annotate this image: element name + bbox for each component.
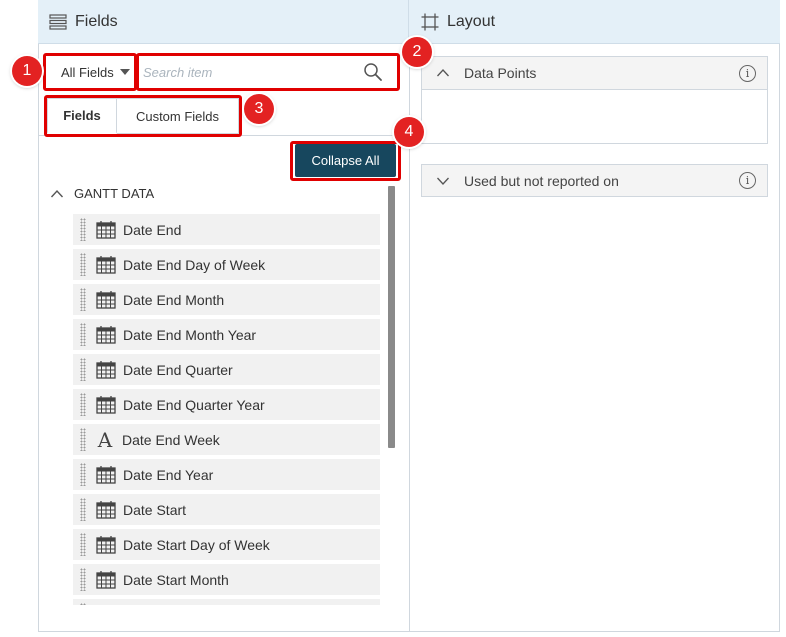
calendar-icon [96, 290, 116, 309]
field-label: Date End Quarter Year [123, 396, 265, 413]
drag-handle-icon[interactable] [80, 358, 86, 381]
calendar-icon [96, 500, 116, 519]
drag-handle-icon[interactable] [80, 393, 86, 416]
caret-down-icon [119, 69, 130, 75]
list-icon [49, 13, 67, 30]
chevron-down-icon [437, 177, 449, 185]
drag-handle-icon[interactable] [80, 218, 86, 241]
field-label: Date Start Day of Week [123, 536, 270, 553]
field-item[interactable]: Date Start Month [73, 564, 380, 595]
field-list: Date End Date End Day of Week Date End M… [73, 214, 380, 605]
chevron-up-icon [50, 189, 64, 197]
annotation-badge-3: 3 [244, 94, 274, 124]
group-label: GANTT DATA [74, 186, 155, 201]
calendar-icon [96, 255, 116, 274]
field-item[interactable] [73, 599, 380, 605]
field-item[interactable]: Date End [73, 214, 380, 245]
info-icon[interactable]: i [739, 64, 756, 82]
field-item[interactable]: Date End Quarter [73, 354, 380, 385]
annotation-badge-1: 1 [12, 56, 42, 86]
section-header-data-points[interactable]: Data Points i [422, 57, 767, 90]
annotation-badge-4: 4 [394, 117, 424, 147]
drag-handle-icon[interactable] [80, 253, 86, 276]
section-label: Data Points [464, 65, 537, 81]
layout-section-data-points: Data Points i [421, 56, 768, 144]
drag-handle-icon[interactable] [80, 288, 86, 311]
drag-handle-icon[interactable] [80, 428, 86, 451]
field-item[interactable]: Date Start Day of Week [73, 529, 380, 560]
tab-fields[interactable]: Fields [47, 98, 117, 134]
layout-section-used-not-reported: Used but not reported on i [421, 164, 768, 197]
field-label: Date End Month [123, 291, 225, 308]
field-label: Date End Week [122, 431, 220, 448]
field-label: Date End [123, 221, 182, 238]
fields-panel-header: Fields [38, 0, 409, 44]
field-item[interactable]: Date End Quarter Year [73, 389, 380, 420]
field-label: Date Start Month [123, 571, 229, 588]
section-label: Used but not reported on [464, 172, 619, 189]
collapse-all-button[interactable]: Collapse All [295, 144, 396, 177]
drag-handle-icon[interactable] [80, 323, 86, 346]
field-item[interactable]: Date End Day of Week [73, 249, 380, 280]
layout-crop-icon [421, 13, 439, 30]
drag-handle-icon[interactable] [80, 603, 86, 605]
field-label: Date End Quarter [123, 361, 233, 378]
field-label: Date Start [123, 501, 187, 518]
calendar-icon [96, 570, 116, 589]
field-item[interactable]: Date End Month [73, 284, 380, 315]
search-box [139, 56, 397, 88]
field-item[interactable]: A Date End Week [73, 424, 380, 455]
annotation-badge-2: 2 [402, 37, 432, 67]
field-list-scrollbar[interactable] [388, 186, 395, 448]
calendar-icon [96, 535, 116, 554]
group-header-gantt-data[interactable]: GANTT DATA [50, 186, 154, 201]
fields-tabs: Fields Custom Fields [47, 98, 239, 136]
field-scope-selected: All Fields [61, 64, 114, 80]
layout-panel-title: Layout [447, 12, 496, 30]
fields-panel-title: Fields [75, 12, 118, 30]
search-input[interactable] [143, 64, 363, 80]
field-item[interactable]: Date Start [73, 494, 380, 525]
field-label: Date End Day of Week [123, 256, 266, 273]
field-label: Date End Month Year [123, 326, 257, 343]
field-item[interactable]: Date End Month Year [73, 319, 380, 350]
search-icon[interactable] [363, 62, 383, 82]
drag-handle-icon[interactable] [80, 463, 86, 486]
drag-handle-icon[interactable] [80, 568, 86, 591]
field-scope-dropdown[interactable]: All Fields [47, 56, 135, 88]
layout-panel-header: Layout [409, 0, 780, 44]
calendar-icon [96, 465, 116, 484]
text-type-icon: A [97, 427, 113, 452]
info-icon[interactable]: i [739, 172, 756, 189]
calendar-icon [96, 395, 116, 414]
calendar-icon [96, 220, 116, 239]
field-label: Date End Year [123, 466, 214, 483]
drag-handle-icon[interactable] [80, 533, 86, 556]
calendar-icon [96, 360, 116, 379]
section-header-used-not-reported[interactable]: Used but not reported on i [422, 165, 767, 196]
field-item[interactable]: Date End Year [73, 459, 380, 490]
chevron-up-icon [437, 69, 449, 77]
calendar-icon [96, 325, 116, 344]
tab-custom-fields[interactable]: Custom Fields [117, 98, 239, 134]
drag-handle-icon[interactable] [80, 498, 86, 521]
